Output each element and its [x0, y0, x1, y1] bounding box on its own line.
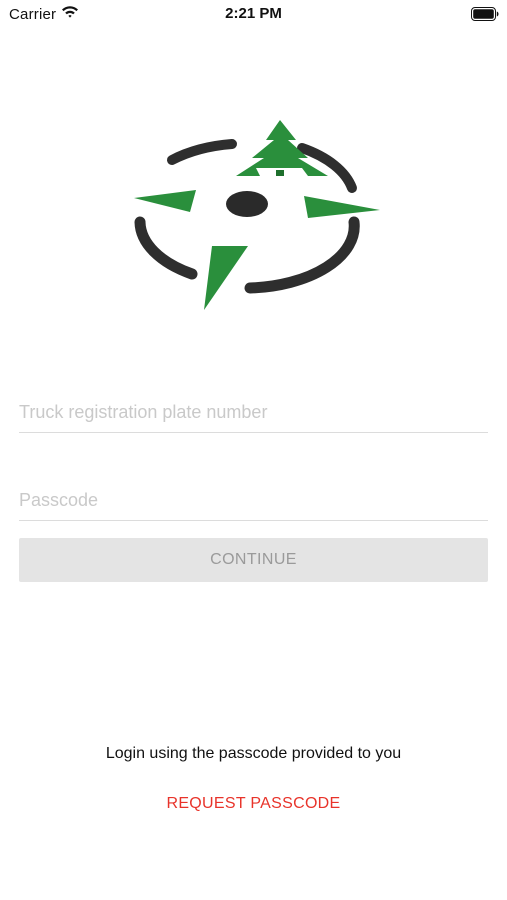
app-logo [132, 118, 382, 314]
request-passcode-link[interactable]: REQUEST PASSCODE [0, 795, 507, 813]
plate-number-input[interactable] [19, 392, 488, 432]
passcode-field[interactable] [19, 480, 488, 521]
continue-button[interactable]: CONTINUE [19, 538, 488, 582]
clock-time: 2:21 PM [225, 5, 282, 22]
login-hint-text: Login using the passcode provided to you [105, 745, 402, 762]
passcode-input[interactable] [19, 480, 488, 520]
plate-number-field[interactable] [19, 392, 488, 433]
continue-button-label: CONTINUE [210, 551, 297, 568]
battery-icon [471, 7, 499, 26]
compass-tree-icon [134, 120, 380, 310]
status-bar: Carrier 2:21 PM [0, 0, 507, 30]
